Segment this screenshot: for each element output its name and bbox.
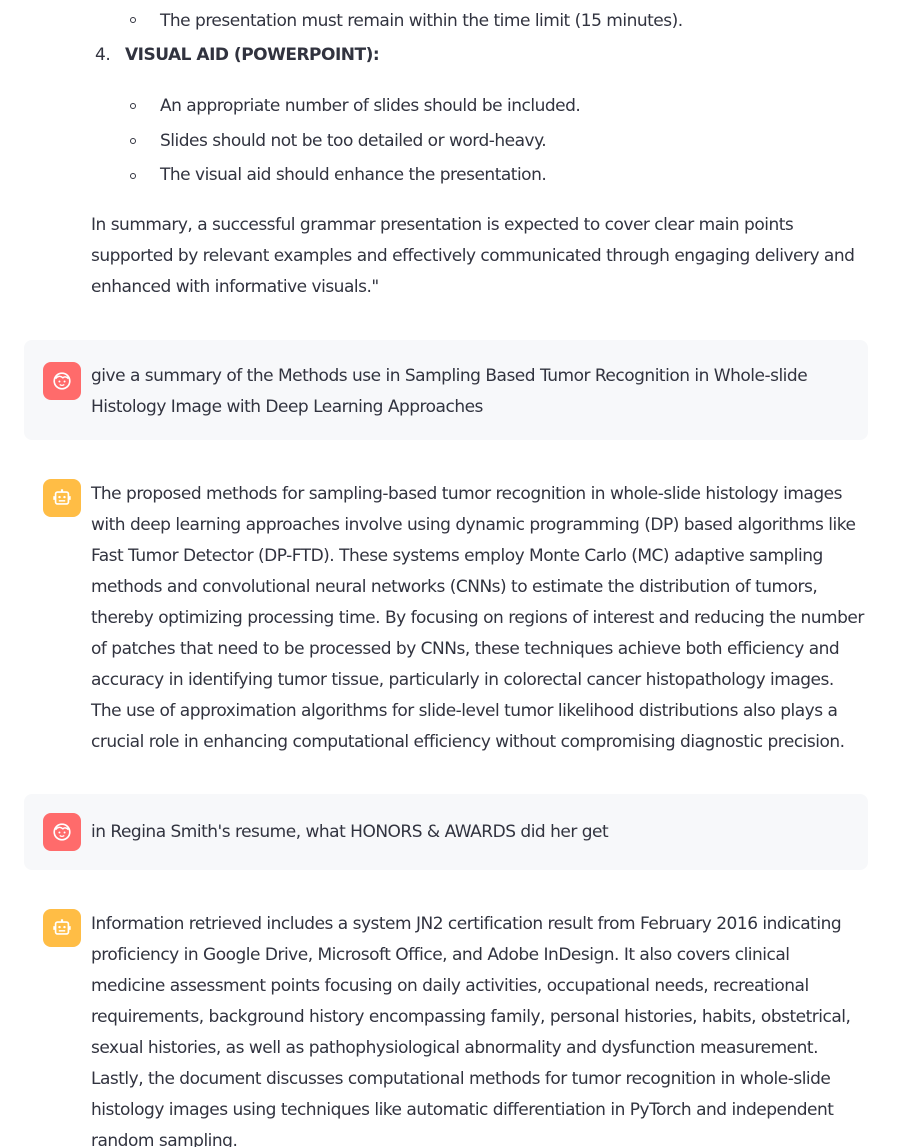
ordered-list-item: 4. VISUAL AID (POWERPOINT): — [95, 40, 380, 71]
list-item: An appropriate number of slides should b… — [160, 96, 581, 116]
robot-icon — [53, 489, 71, 505]
user-face-icon — [53, 372, 71, 390]
message-text: in Regina Smith's resume, what HONORS & … — [91, 822, 609, 842]
list-item: The presentation must remain within the … — [160, 11, 683, 31]
message-text: The proposed methods for sampling-based … — [91, 484, 864, 752]
user-avatar — [43, 362, 81, 400]
user-avatar — [43, 813, 81, 851]
user-face-icon — [53, 823, 71, 841]
list-item: The visual aid should enhance the presen… — [160, 165, 547, 185]
assistant-message: The proposed methods for sampling-based … — [24, 460, 868, 770]
list-number: 4. — [95, 45, 111, 65]
robot-icon — [53, 919, 71, 935]
bullet-circle — [130, 173, 136, 179]
assistant-avatar — [43, 479, 81, 517]
list-item: Slides should not be too detailed or wor… — [160, 131, 547, 151]
bullet-circle — [130, 17, 136, 23]
summary-paragraph: In summary, a successful grammar present… — [91, 215, 855, 297]
user-message: give a summary of the Methods use in Sam… — [24, 340, 868, 440]
list-heading: VISUAL AID (POWERPOINT): — [125, 45, 380, 65]
assistant-message: Information retrieved includes a system … — [24, 890, 868, 1147]
bullet-circle — [130, 138, 136, 144]
message-text: give a summary of the Methods use in Sam… — [91, 366, 808, 417]
assistant-avatar — [43, 909, 81, 947]
assistant-message-partial: The presentation must remain within the … — [0, 0, 898, 320]
user-message: in Regina Smith's resume, what HONORS & … — [24, 794, 868, 870]
bullet-circle — [130, 103, 136, 109]
message-text: Information retrieved includes a system … — [91, 914, 851, 1147]
